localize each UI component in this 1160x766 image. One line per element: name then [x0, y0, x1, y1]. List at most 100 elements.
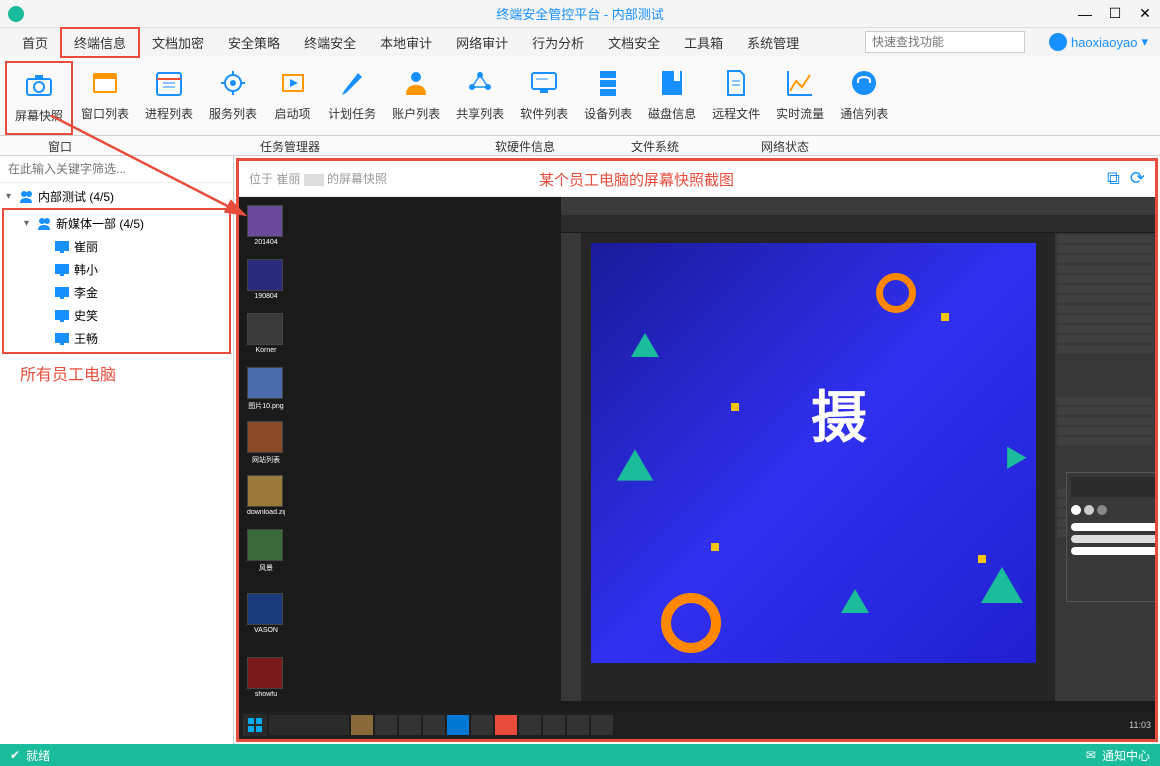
- file-icon: [718, 65, 754, 101]
- copy-icon[interactable]: ⧉: [1107, 168, 1120, 189]
- check-icon: ✔: [10, 748, 20, 762]
- user-avatar-icon: [1049, 33, 1067, 51]
- calendar-icon: [151, 65, 187, 101]
- redacted: [304, 174, 324, 186]
- member-label: 韩小: [74, 261, 98, 278]
- refresh-icon[interactable]: ⟳: [1130, 168, 1145, 189]
- menu-item-terminal-security[interactable]: 终端安全: [292, 29, 368, 56]
- disk-icon: [654, 65, 690, 101]
- annotation-content: 某个员工电脑的屏幕快照截图: [539, 169, 734, 190]
- ribbon-devices[interactable]: 设备列表: [576, 61, 640, 135]
- chevron-down-icon: ▾: [1141, 34, 1148, 50]
- remote-canvas: 摄: [591, 243, 1036, 663]
- ribbon-label: 设备列表: [584, 105, 632, 122]
- notification-label: 通知中心: [1102, 747, 1150, 764]
- menu-item-terminal-info[interactable]: 终端信息: [60, 27, 140, 58]
- app-logo-icon: [8, 6, 24, 22]
- window-title: 终端安全管控平台 - 内部测试: [496, 4, 664, 23]
- search-input[interactable]: [865, 31, 1025, 53]
- group-label: 窗口: [0, 136, 120, 155]
- tree-member[interactable]: 崔丽: [6, 235, 227, 258]
- monitor-icon: [54, 308, 70, 324]
- ribbon-label: 远程文件: [712, 105, 760, 122]
- tree-member[interactable]: 王畅: [6, 327, 227, 350]
- tree-member[interactable]: 李金: [6, 281, 227, 304]
- phone-icon: [846, 65, 882, 101]
- folder-icon: [18, 189, 34, 205]
- content-highlight-box: 位于 崔丽 的屏幕快照 某个员工电脑的屏幕快照截图 ⧉ ⟳ 201404 190…: [236, 158, 1158, 742]
- ribbon-label: 屏幕快照: [15, 107, 63, 124]
- ribbon-accounts[interactable]: 账户列表: [384, 61, 448, 135]
- monitor-icon: [54, 239, 70, 255]
- tree-member[interactable]: 韩小: [6, 258, 227, 281]
- ribbon-label: 实时流量: [776, 105, 824, 122]
- menu-item-local-audit[interactable]: 本地审计: [368, 29, 444, 56]
- tree-highlight-box: ▾ 新媒体一部 (4/5) 崔丽 韩小 李金: [2, 208, 231, 354]
- ribbon-label: 通信列表: [840, 105, 888, 122]
- group-icon: [36, 216, 52, 232]
- ribbon-communication[interactable]: 通信列表: [832, 61, 896, 135]
- ribbon-label: 账户列表: [392, 105, 440, 122]
- start-button-icon: [243, 714, 267, 736]
- menu-item-security-policy[interactable]: 安全策略: [216, 29, 292, 56]
- collapse-icon[interactable]: ▾: [6, 191, 18, 202]
- breadcrumb: 位于 崔丽 的屏幕快照: [249, 170, 387, 187]
- mail-icon: ✉: [1086, 748, 1096, 762]
- menu-item-doc-encrypt[interactable]: 文档加密: [140, 29, 216, 56]
- ribbon-software[interactable]: 软件列表: [512, 61, 576, 135]
- ribbon-label: 共享列表: [456, 105, 504, 122]
- group-label: 任务管理器: [120, 136, 460, 155]
- member-label: 史笑: [74, 307, 98, 324]
- ribbon-share[interactable]: 共享列表: [448, 61, 512, 135]
- ribbon-groups: 窗口 任务管理器 软硬件信息 文件系统 网络状态: [0, 136, 1160, 156]
- user-menu[interactable]: haoxiaoyao ▾: [1049, 33, 1148, 51]
- screenshot-viewer: 201404 190804 Korner 图片10.png 网站列表 downl…: [239, 197, 1155, 739]
- status-ready: 就绪: [26, 747, 50, 764]
- ribbon-services[interactable]: 服务列表: [201, 61, 265, 135]
- status-bar: ✔ 就绪 ✉ 通知中心: [0, 744, 1160, 766]
- chart-icon: [782, 65, 818, 101]
- sidebar: ▾ 内部测试 (4/5) ▾ 新媒体一部 (4/5) 崔丽 韩小: [0, 156, 234, 744]
- sidebar-search-input[interactable]: [4, 160, 229, 178]
- ribbon-remote-file[interactable]: 远程文件: [704, 61, 768, 135]
- menu-item-doc-security[interactable]: 文档安全: [596, 29, 672, 56]
- user-icon: [398, 65, 434, 101]
- menu-search: [865, 31, 1025, 53]
- ribbon-label: 计划任务: [328, 105, 376, 122]
- menu-item-home[interactable]: 首页: [10, 29, 60, 56]
- ribbon-traffic[interactable]: 实时流量: [768, 61, 832, 135]
- member-label: 李金: [74, 284, 98, 301]
- ribbon-disk[interactable]: 磁盘信息: [640, 61, 704, 135]
- monitor-icon: [54, 262, 70, 278]
- header-actions: ⧉ ⟳: [1107, 168, 1145, 189]
- server-icon: [590, 65, 626, 101]
- menu-item-toolbox[interactable]: 工具箱: [672, 29, 735, 56]
- remote-app-window: 摄: [561, 197, 1155, 701]
- notification-center[interactable]: ✉ 通知中心: [1086, 747, 1150, 764]
- minimize-button[interactable]: —: [1070, 0, 1100, 28]
- close-button[interactable]: ✕: [1130, 0, 1160, 28]
- member-label: 王畅: [74, 330, 98, 347]
- menu-item-network-audit[interactable]: 网络审计: [444, 29, 520, 56]
- ribbon-screenshot[interactable]: 屏幕快照: [5, 61, 73, 135]
- ribbon-process[interactable]: 进程列表: [137, 61, 201, 135]
- menu-item-system[interactable]: 系统管理: [735, 29, 811, 56]
- camera-icon: [21, 67, 57, 103]
- tree-group[interactable]: ▾ 新媒体一部 (4/5): [6, 212, 227, 235]
- menu-item-behavior[interactable]: 行为分析: [520, 29, 596, 56]
- tree-root[interactable]: ▾ 内部测试 (4/5): [2, 185, 231, 208]
- tree-root-label: 内部测试 (4/5): [38, 188, 114, 205]
- ribbon-schedule[interactable]: 计划任务: [320, 61, 384, 135]
- maximize-button[interactable]: ☐: [1100, 0, 1130, 28]
- ribbon-windows[interactable]: 窗口列表: [73, 61, 137, 135]
- content-header: 位于 崔丽 的屏幕快照 某个员工电脑的屏幕快照截图 ⧉ ⟳: [239, 161, 1155, 197]
- remote-desktop-icons: 201404 190804 Korner 图片10.png 网站列表 downl…: [239, 197, 339, 739]
- collapse-icon[interactable]: ▾: [24, 218, 36, 229]
- monitor-icon: [526, 65, 562, 101]
- user-name: haoxiaoyao: [1071, 35, 1138, 50]
- remote-taskbar: 11:03: [239, 711, 1155, 739]
- tree-member[interactable]: 史笑: [6, 304, 227, 327]
- main-content: ▾ 内部测试 (4/5) ▾ 新媒体一部 (4/5) 崔丽 韩小: [0, 156, 1160, 744]
- ribbon-label: 磁盘信息: [648, 105, 696, 122]
- ribbon-startup[interactable]: 启动项: [265, 61, 320, 135]
